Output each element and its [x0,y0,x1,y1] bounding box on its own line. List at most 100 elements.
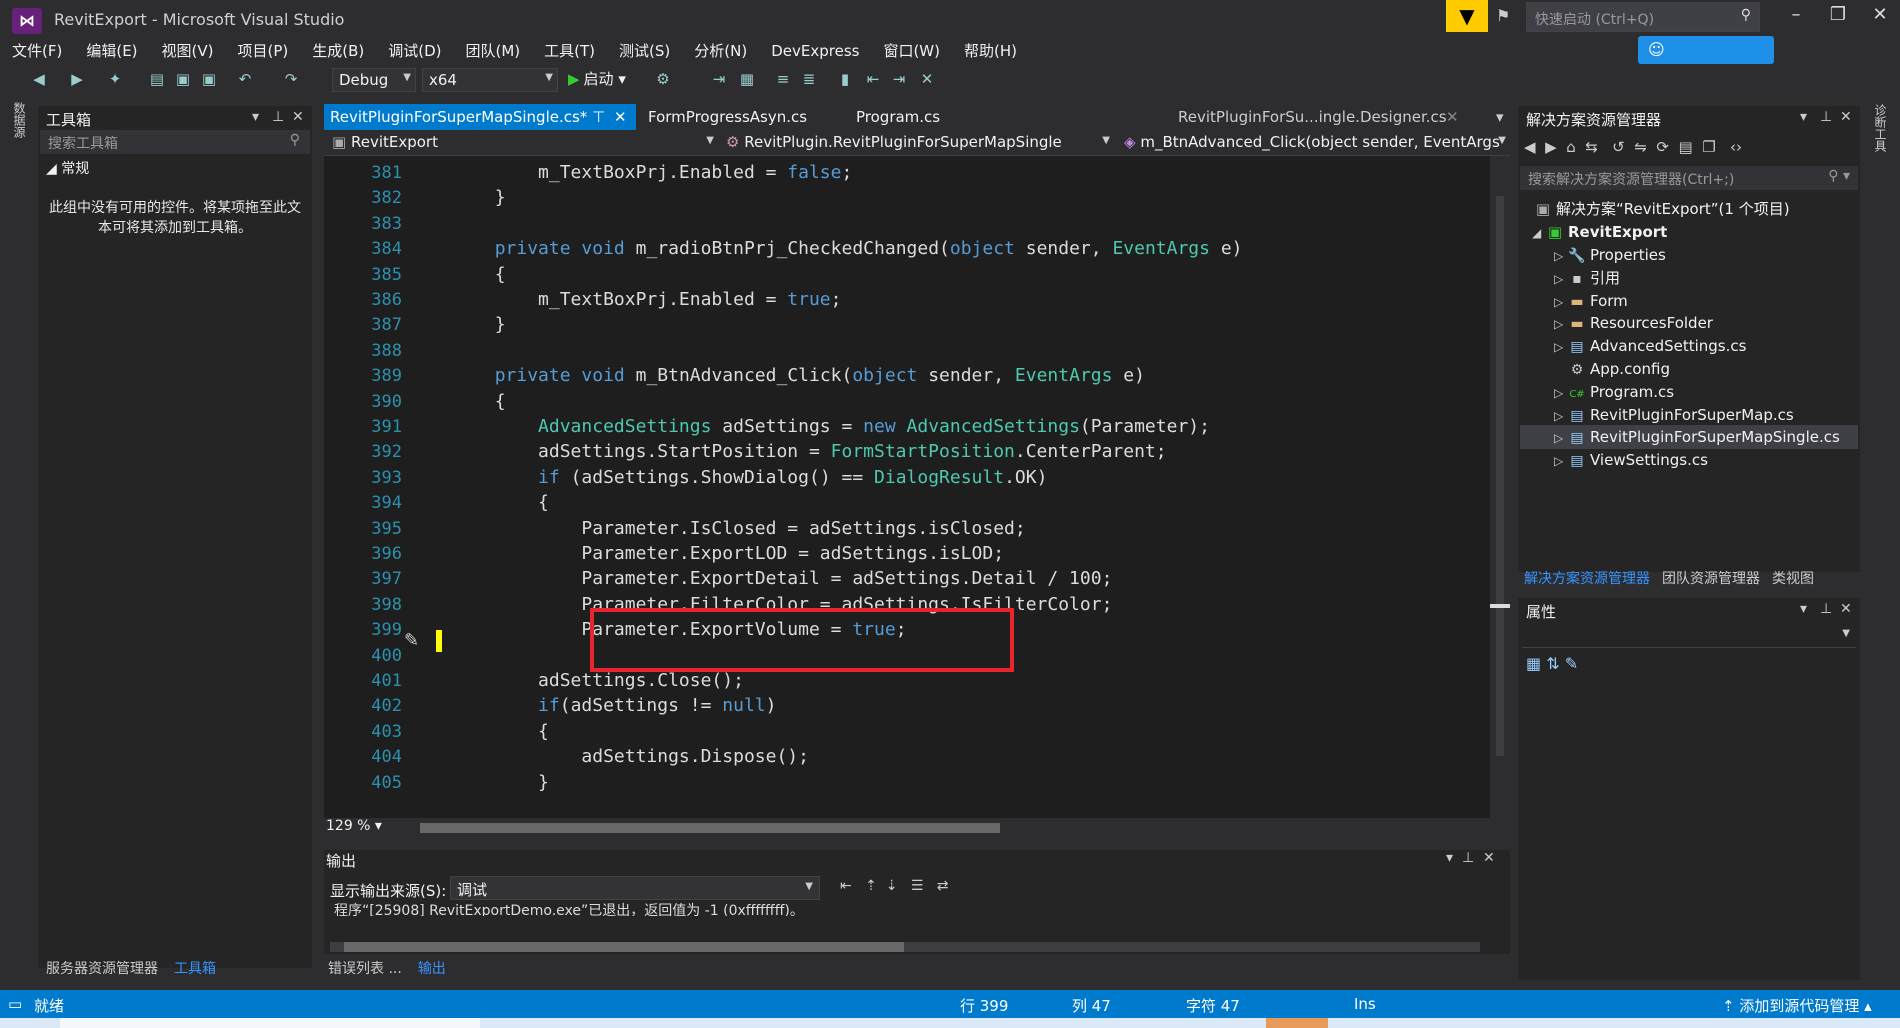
tab-team-explorer[interactable]: 团队资源管理器 [1662,571,1760,587]
undo-icon[interactable]: ↶ [234,70,256,90]
quick-launch-input[interactable]: 快速启动 (Ctrl+Q) ⚲ [1526,2,1760,32]
tree-item[interactable]: ▷ ▪ 引用 [1554,267,1620,289]
show-all-files-icon[interactable]: ❐ [1702,138,1715,156]
back-icon[interactable]: ◀ [1524,138,1536,156]
expand-icon[interactable]: ▷ [1554,313,1568,335]
word-wrap-icon[interactable]: ⇄ [937,878,949,894]
code-line[interactable]: Parameter.ExportLOD = adSettings.isLOD; [408,541,1488,567]
code-line[interactable]: if (adSettings.ShowDialog() == DialogRes… [408,465,1488,491]
sync-icon[interactable]: ⇆ [1585,138,1598,156]
notification-icon[interactable]: ⚑ [1496,6,1518,28]
menu-item[interactable]: DevExpress [759,40,871,62]
open-icon[interactable]: ▤ [146,70,168,90]
tab-revitpluginforsupermapsingle[interactable]: RevitPluginForSuperMapSingle.cs* ⊤ ✕ [324,104,636,130]
code-view-icon[interactable]: ‹› [1730,138,1742,156]
chevron-down-icon[interactable]: ▾ [252,109,259,125]
pin-icon[interactable]: ⊤ [592,108,605,126]
code-line[interactable]: adSettings.StartPosition = FormStartPosi… [408,439,1488,465]
forward-icon[interactable]: ▶ [1545,138,1557,156]
tree-item[interactable]: ⚙ App.config [1554,358,1670,380]
horizontal-scrollbar-thumb[interactable] [420,823,1000,833]
diagnostic-tools-tab[interactable]: 诊断工具 [1872,104,1889,152]
prev-message-icon[interactable]: ⇡ [865,878,877,894]
code-line[interactable]: if(adSettings != null) [408,693,1488,719]
back-icon[interactable]: ◀ [28,70,50,90]
save-icon[interactable]: ▣ [172,70,194,90]
feedback-filter-icon[interactable]: ▼ [1446,0,1488,32]
close-icon[interactable]: ✕ [1446,108,1459,126]
menu-item[interactable]: 文件(F) [0,40,74,62]
zoom-level[interactable]: 129 % ▾ [326,818,382,834]
code-line[interactable]: { [408,490,1488,516]
outdent-icon[interactable]: ≣ [798,70,820,90]
toolbox-group-general[interactable]: ◢ 常规 [38,154,312,182]
clear-all-icon[interactable]: ☰ [911,878,924,894]
indent-icon[interactable]: ≡ [772,70,794,90]
solution-search-input[interactable]: 搜索解决方案资源管理器(Ctrl+;) ⚲ ▾ [1520,166,1858,190]
tree-item[interactable]: ▷ ▬ Form [1554,290,1628,312]
prev-bookmark-icon[interactable]: ⇤ [862,70,884,90]
source-control-button[interactable]: ⇡ 添加到源代码管理 ▴ [1722,995,1872,1016]
quick-actions-icon[interactable]: ✎ [404,630,419,651]
taskbar-active-app[interactable] [1266,1018,1328,1028]
code-line[interactable]: private void m_radioBtnPrj_CheckedChange… [408,236,1488,262]
collapse-all-icon[interactable]: ▤ [1679,138,1693,156]
close-icon[interactable]: ✕ [1840,601,1852,617]
tree-solution-node[interactable]: ▣ 解决方案“RevitExport”(1 个项目) [1534,198,1790,220]
expand-icon[interactable]: ▷ [1554,291,1568,313]
menu-item[interactable]: 分析(N) [682,40,759,62]
project-nav-select[interactable]: ▣ RevitExport ▼ [328,132,718,154]
solution-config-select[interactable]: Debug ▼ [332,68,416,92]
account-badge[interactable]: ☺ [1638,36,1774,64]
expand-icon[interactable]: ▷ [1554,427,1568,449]
tab-server-explorer[interactable]: 服务器资源管理器 [46,961,158,977]
next-message-icon[interactable]: ⇣ [886,878,898,894]
close-icon[interactable]: ✕ [1483,850,1495,866]
expand-icon[interactable]: ▷ [1554,268,1568,290]
platform-select[interactable]: x64 ▼ [422,68,558,92]
tree-item[interactable]: ▷ ▤ ViewSettings.cs [1554,449,1708,471]
tab-designer[interactable]: RevitPluginForSu...ingle.Designer.cs ✕ [1172,104,1482,130]
tree-item[interactable]: ▷ ▬ ResourcesFolder [1554,312,1713,334]
member-nav-select[interactable]: ◈ m_BtnAdvanced_Click(object sender, Eve… [1120,132,1510,154]
close-icon[interactable]: ✕ [292,109,304,125]
output-source-select[interactable]: 调试 ▼ [450,876,820,900]
tab-output[interactable]: 输出 [418,961,446,977]
toolbox-search-input[interactable]: 搜索工具箱 ⚲ [40,130,310,154]
tree-item[interactable]: ▷ ▤ RevitPluginForSuperMap.cs [1554,404,1794,426]
menu-item[interactable]: 调试(D) [376,40,453,62]
expand-icon[interactable]: ▷ [1554,405,1568,427]
class-nav-select[interactable]: ⚙ RevitPlugin.RevitPluginForSuperMapSing… [722,132,1114,154]
pin-icon[interactable]: ⊥ [1820,109,1832,125]
home-icon[interactable]: ⌂ [1566,138,1576,156]
code-line[interactable] [408,338,1488,364]
code-line[interactable]: adSettings.Dispose(); [408,744,1488,770]
tree-item[interactable]: ▷ C# Program.cs [1554,381,1674,403]
redo-icon[interactable]: ↷ [280,70,302,90]
tab-toolbox[interactable]: 工具箱 [174,961,216,977]
close-icon[interactable]: ✕ [1840,109,1852,125]
output-hscroll-thumb[interactable] [344,942,904,952]
code-line[interactable]: { [408,719,1488,745]
switch-views-icon[interactable]: ⇋ [1634,138,1647,156]
pin-icon[interactable]: ⊥ [1820,601,1832,617]
tab-formprogressasyn[interactable]: FormProgressAsyn.cs [642,104,832,130]
code-line[interactable]: m_TextBoxPrj.Enabled = true; [408,287,1488,313]
expand-icon[interactable]: ▷ [1554,336,1568,358]
restore-button[interactable]: ❐ [1820,4,1856,32]
alphabetical-icon[interactable]: ⇅ [1546,654,1559,673]
tab-overflow-icon[interactable]: ▾ [1490,104,1510,130]
menu-item[interactable]: 测试(S) [607,40,682,62]
start-debug-button[interactable]: ▶ 启动 ▾ [568,68,626,89]
tab-class-view[interactable]: 类视图 [1772,571,1814,587]
menu-item[interactable]: 帮助(H) [952,40,1029,62]
data-sources-tab[interactable]: 数据源 [10,102,28,138]
format-icon[interactable]: ▦ [736,70,758,90]
tree-item[interactable]: ▷ ▤ RevitPluginForSuperMapSingle.cs [1554,426,1840,448]
next-bookmark-icon[interactable]: ⇥ [888,70,910,90]
pin-icon[interactable]: ⊥ [1462,850,1474,866]
code-line[interactable]: { [408,389,1488,415]
vertical-scrollbar[interactable] [1490,156,1510,818]
clear-bookmarks-icon[interactable]: ✕ [916,70,938,90]
close-button[interactable]: ✕ [1862,4,1898,32]
